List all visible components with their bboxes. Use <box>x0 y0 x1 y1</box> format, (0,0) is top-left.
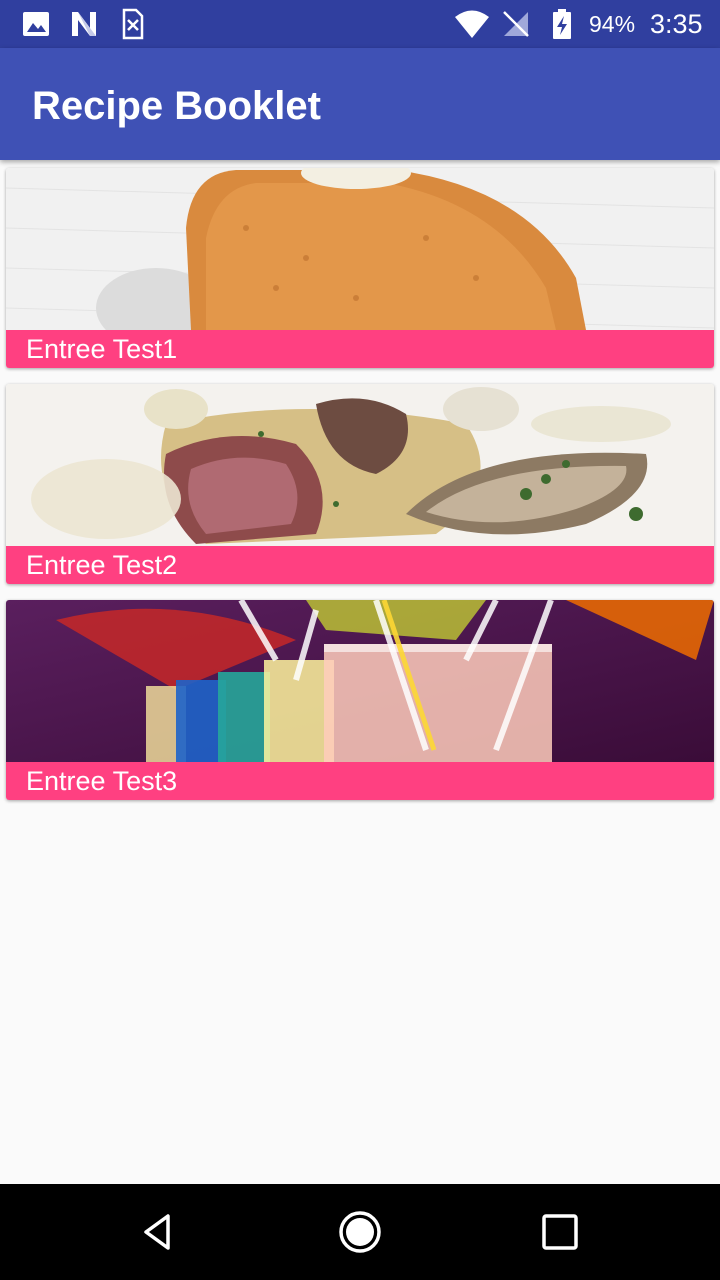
home-icon[interactable] <box>336 1208 384 1256</box>
recipe-card-label: Entree Test2 <box>6 546 714 584</box>
status-bar: 94% 3:35 <box>0 0 720 48</box>
fried-croquette-photo <box>6 168 714 330</box>
image-notification-icon <box>23 12 49 36</box>
navigation-bar <box>0 1184 720 1280</box>
n-app-notification-icon <box>72 12 96 36</box>
colorful-drinks-photo <box>6 600 714 762</box>
app-title: Recipe Booklet <box>32 84 321 128</box>
recents-icon[interactable] <box>536 1208 584 1256</box>
recipe-card-3[interactable]: Entree Test3 <box>6 600 714 800</box>
roast-meat-plate-photo <box>6 384 714 546</box>
recipe-card-label: Entree Test1 <box>6 330 714 368</box>
sim-error-icon <box>122 8 144 40</box>
recipe-card-label: Entree Test3 <box>6 762 714 800</box>
wifi-icon <box>455 10 489 38</box>
app-bar: Recipe Booklet <box>0 48 720 160</box>
recipe-card-2[interactable]: Entree Test2 <box>6 384 714 584</box>
battery-percent: 94% <box>589 11 636 37</box>
no-signal-icon <box>503 11 529 37</box>
clock-time: 3:35 <box>650 9 703 39</box>
recipe-card-1[interactable]: Entree Test1 <box>6 168 714 368</box>
battery-charging-icon <box>553 9 571 39</box>
back-icon[interactable] <box>136 1208 184 1256</box>
